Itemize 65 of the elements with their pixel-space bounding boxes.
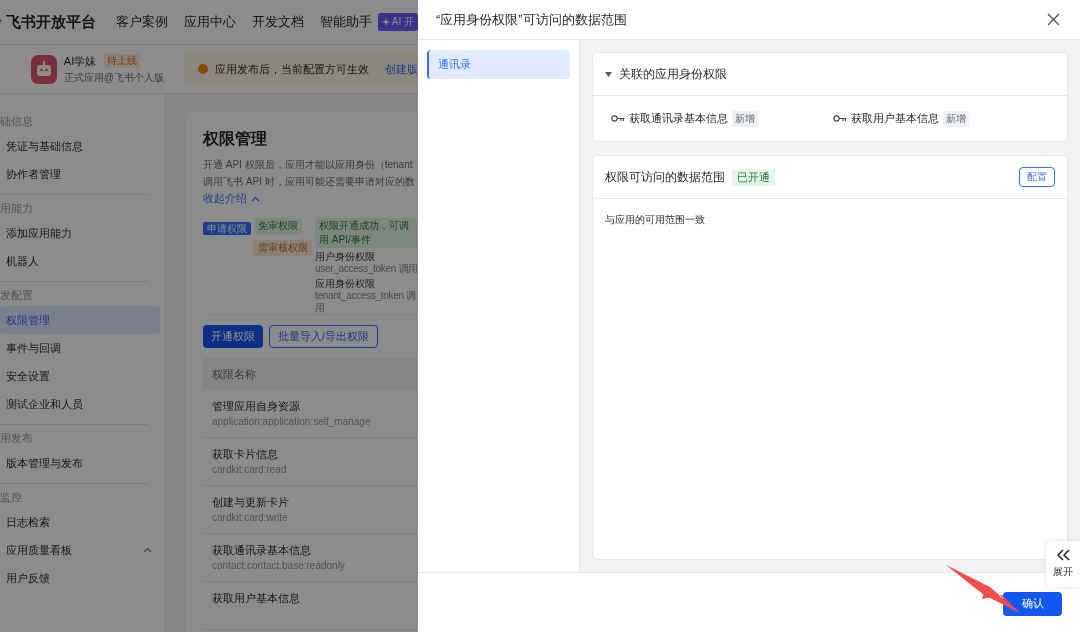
description-text: 开通 API 权限后，应用才能以应用身份（tenant [203,158,414,172]
collapse-link[interactable]: 收起介绍 [203,191,418,206]
sidebar-item[interactable]: 事件与回调 [0,334,160,362]
column-header: 权限名称 [212,366,256,382]
scope-text: 与应用的可用范围一致 [605,213,706,227]
status-tag: 已开通 [732,168,775,186]
nav-link[interactable]: 应用中心 [183,13,236,31]
brand-name: 飞书开放平台 [5,12,96,32]
app-permission-text: 应用身份权限 tenant_access_token 调用 [315,278,417,314]
nav-link[interactable]: 开发文档 [251,13,304,31]
description-text: 调用飞书 API 时，应用可能还需要申请对应的数 [203,175,416,189]
permission-name: 获取用户基本信息 [212,591,301,606]
sidebar-item[interactable]: 日志检索 [0,508,160,536]
key-icon [611,115,625,122]
chevron-up-icon [251,195,260,202]
status-tag: 待上线 [104,54,141,68]
sidebar-item[interactable]: 应用质量看板 [0,536,160,564]
expand-tab[interactable]: 展开 [1046,541,1080,587]
key-icon [833,115,847,122]
sparkle-icon [381,18,390,26]
sidebar-item[interactable]: 机器人 [0,247,160,275]
sidebar-item[interactable]: 安全设置 [0,362,160,390]
section-title: 关联的应用身份权限 [619,65,727,83]
create-version-link[interactable]: 创建版 [385,61,418,77]
action-button[interactable]: 开通权限 [203,325,263,348]
new-tag: 新增 [943,110,969,127]
permission-code: contact:contact.base:readonly [212,560,346,571]
section-title: 权限可访问的数据范围 [605,168,725,186]
sidebar-item[interactable]: 版本管理与发布 [0,449,160,477]
permission-name: 创建与更新卡片 [212,495,290,510]
drawer-title: “应用身份权限”可访问的数据范围 [436,10,627,29]
app-name: AI学妹 [63,53,97,69]
sidebar-item[interactable]: 凭证与基础信息 [0,132,160,160]
sidebar-item[interactable]: 添加应用能力 [0,219,160,247]
permission-code: cardkit:card:read [212,464,288,475]
permission-name: 获取卡片信息 [212,447,279,462]
permission-name: 获取通讯录基本信息 [629,111,728,126]
drawer-nav-item[interactable]: 通讯录 [427,50,570,79]
app-subtitle: 正式应用@飞书个人版 [63,70,164,85]
caret-icon[interactable] [605,71,612,77]
free-chip: 免审权限 [254,218,302,234]
permission-name: 获取用户基本信息 [851,111,939,126]
user-permission-text: 用户身份权限 user_access_token 调用 [315,251,418,275]
ai-badge[interactable]: AI 开 [377,13,418,31]
sidebar-item[interactable]: 协作者管理 [0,160,160,188]
notice-text: 应用发布后，当前配置方可生效 [215,61,369,77]
confirm-button[interactable]: 确认 [1003,591,1062,616]
page-title: 权限管理 [203,129,268,149]
configure-button[interactable]: 配置 [1019,167,1055,187]
robot-avatar-icon [31,54,57,84]
sidebar-item[interactable]: 用户反馈 [0,564,160,592]
permission-name: 获取通讯录基本信息 [212,543,312,558]
permission-code: application:application:self_manage [212,416,372,427]
action-button[interactable]: 批量导入/导出权限 [269,325,379,348]
apply-chip: 申请权限 [203,222,251,235]
permission-code: cardkit:card:write [212,512,289,523]
double-chevron-left-icon [1056,549,1070,561]
review-chip: 需审核权限 [254,240,312,256]
permission-name: 管理应用自身资源 [212,399,301,414]
new-tag: 新增 [732,110,758,127]
nav-link[interactable]: 智能助手 [319,13,372,31]
close-icon[interactable] [1047,13,1060,26]
success-chip: 权限开通成功，可调用 API/事件 [315,218,418,248]
sidebar-item[interactable]: 测试企业和人员 [0,390,160,418]
nav-link[interactable]: 客户案例 [115,13,168,31]
